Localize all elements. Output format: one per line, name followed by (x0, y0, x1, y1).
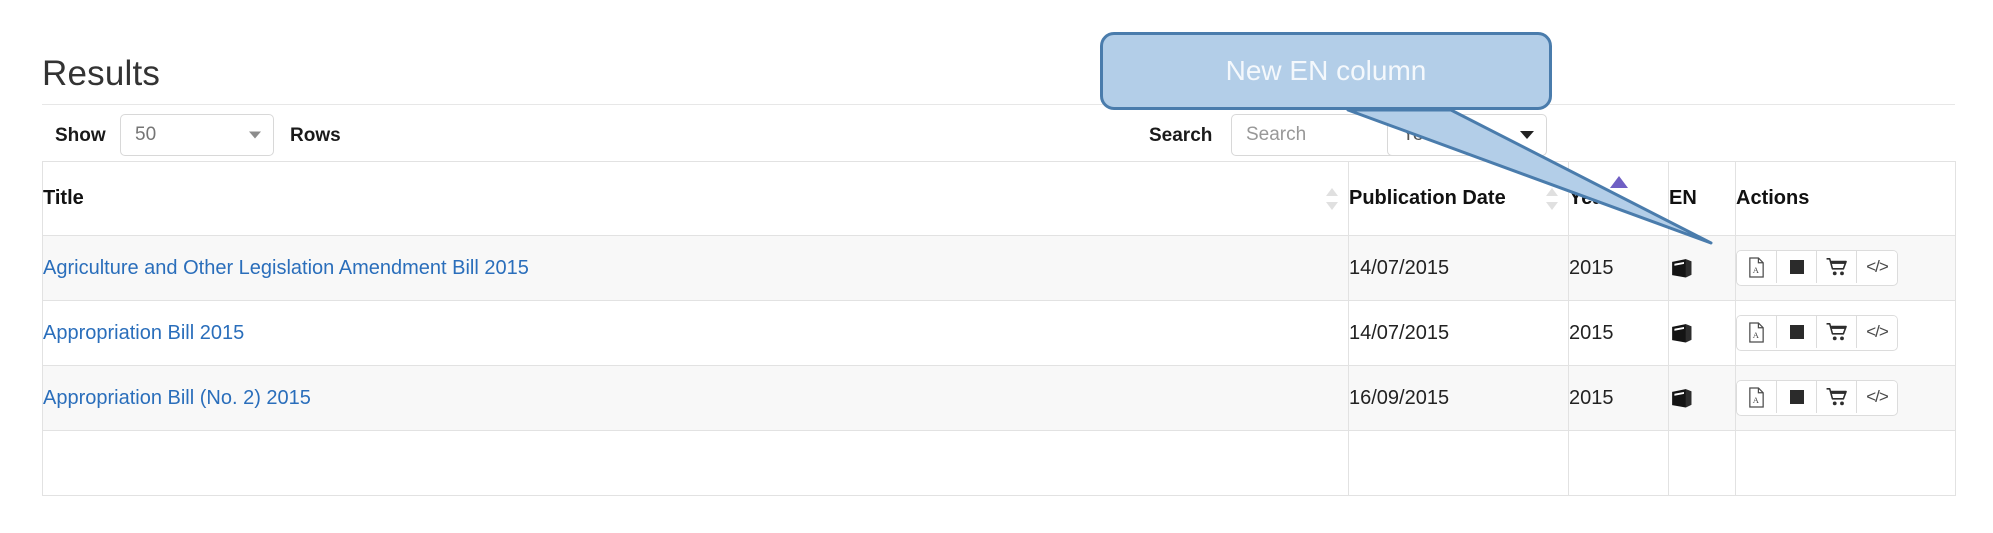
chevron-down-icon (249, 131, 261, 139)
table-body: Agriculture and Other Legislation Amendm… (42, 235, 1956, 496)
column-header-title-label: Title (43, 187, 84, 210)
cell-publication-date: 14/07/2015 (1348, 300, 1569, 366)
heading-divider (42, 104, 1955, 105)
cell-title: Appropriation Bill 2015 (42, 300, 1349, 366)
callout-text: New EN column (1225, 55, 1427, 86)
results-table: Title Publication Date Year EN Actions A… (42, 161, 1956, 496)
cell-title: Agriculture and Other Legislation Amendm… (42, 235, 1349, 301)
sort-ascending-icon[interactable] (1609, 176, 1628, 188)
code-icon: </> (1866, 257, 1889, 276)
shopping-cart-icon (1826, 257, 1848, 277)
action-button-code[interactable]: </> (1857, 251, 1897, 283)
table-row: Agriculture and Other Legislation Amendm… (42, 235, 1956, 301)
action-button-black-square[interactable] (1777, 251, 1817, 283)
cell-publication-date: 16/09/2015 (1348, 365, 1569, 431)
bill-title-link[interactable]: Appropriation Bill 2015 (43, 322, 244, 344)
shopping-cart-icon (1826, 322, 1848, 342)
pdf-file-icon: A (1747, 386, 1766, 408)
cell-actions: A </> (1735, 365, 1956, 431)
column-header-actions-label: Actions (1736, 187, 1810, 210)
cell-en (1668, 430, 1736, 496)
action-button-group: A </> (1736, 380, 1898, 416)
action-button-pdf-file[interactable]: A (1737, 316, 1777, 348)
action-button-pdf-file[interactable]: A (1737, 381, 1777, 413)
book-icon[interactable] (1669, 388, 1693, 408)
pdf-file-icon: A (1747, 321, 1766, 343)
callout-bubble: New EN column (1100, 32, 1552, 110)
action-button-black-square[interactable] (1777, 381, 1817, 413)
cell-actions: A </> (1735, 235, 1956, 301)
cell-en (1668, 235, 1736, 301)
code-icon: </> (1866, 322, 1889, 341)
black-square-icon (1789, 390, 1804, 404)
table-row: Appropriation Bill 2015 14/07/2015 2015 A </… (42, 300, 1956, 366)
page-title: Results (42, 54, 161, 93)
action-button-group: A </> (1736, 315, 1898, 351)
chevron-down-icon (1520, 131, 1534, 139)
year-filter-select[interactable]: Year (1387, 114, 1547, 156)
column-header-actions: Actions (1735, 161, 1956, 236)
cell-year: 2015 (1568, 300, 1669, 366)
action-button-pdf-file[interactable]: A (1737, 251, 1777, 283)
table-header: Title Publication Date Year EN Actions (42, 161, 1956, 236)
rows-label: Rows (290, 125, 341, 146)
search-input-placeholder: Search (1246, 124, 1307, 145)
svg-text:A: A (1753, 330, 1760, 340)
book-icon[interactable] (1669, 258, 1693, 278)
svg-text:A: A (1753, 395, 1760, 405)
sort-both-icon[interactable] (1546, 187, 1558, 211)
code-icon: </> (1866, 387, 1889, 406)
cell-publication-date (1348, 430, 1569, 496)
bill-title-link[interactable]: Appropriation Bill (No. 2) 2015 (43, 387, 311, 409)
sort-both-icon[interactable] (1326, 187, 1338, 211)
column-header-title[interactable]: Title (42, 161, 1349, 236)
cell-actions: A </> (1735, 300, 1956, 366)
action-button-code[interactable]: </> (1857, 316, 1897, 348)
table-header-row: Title Publication Date Year EN Actions (42, 161, 1956, 236)
pdf-file-icon: A (1747, 256, 1766, 278)
svg-text:A: A (1753, 265, 1760, 275)
bill-title-link[interactable]: Agriculture and Other Legislation Amendm… (43, 257, 529, 279)
column-header-publication-date-label: Publication Date (1349, 187, 1506, 210)
cell-year (1568, 430, 1669, 496)
action-button-shopping-cart[interactable] (1817, 251, 1857, 283)
book-icon[interactable] (1669, 323, 1693, 343)
column-header-en-label: EN (1669, 187, 1697, 210)
table-row: Appropriation Bill (No. 2) 2015 16/09/201… (42, 365, 1956, 431)
column-header-publication-date[interactable]: Publication Date (1348, 161, 1569, 236)
cell-actions (1735, 430, 1956, 496)
column-header-year-label: Year (1569, 187, 1612, 210)
action-button-group: A </> (1736, 250, 1898, 286)
cell-en (1668, 365, 1736, 431)
black-square-icon (1789, 325, 1804, 339)
shopping-cart-icon (1826, 387, 1848, 407)
column-header-en[interactable]: EN (1668, 161, 1736, 236)
column-header-year[interactable]: Year (1568, 161, 1669, 236)
table-row (42, 430, 1956, 496)
search-label: Search (1149, 125, 1213, 146)
cell-en (1668, 300, 1736, 366)
cell-publication-date: 14/07/2015 (1348, 235, 1569, 301)
action-button-shopping-cart[interactable] (1817, 381, 1857, 413)
rows-per-page-select[interactable]: 50 (120, 114, 274, 156)
year-filter-value: Year (1402, 124, 1441, 145)
black-square-icon (1789, 260, 1804, 274)
cell-year: 2015 (1568, 365, 1669, 431)
action-button-black-square[interactable] (1777, 316, 1817, 348)
table-toolbar: Show 50 Rows Search Search Year (42, 114, 1955, 158)
show-label: Show (55, 125, 106, 146)
cell-year: 2015 (1568, 235, 1669, 301)
action-button-code[interactable]: </> (1857, 381, 1897, 413)
action-button-shopping-cart[interactable] (1817, 316, 1857, 348)
rows-per-page-value: 50 (135, 124, 157, 145)
cell-title (42, 430, 1349, 496)
cell-title: Appropriation Bill (No. 2) 2015 (42, 365, 1349, 431)
